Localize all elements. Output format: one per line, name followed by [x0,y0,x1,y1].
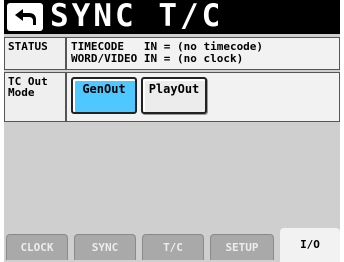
genout-button[interactable]: GenOut [71,77,137,114]
tab-bar: CLOCK SYNC T/C SETUP I/O [4,228,340,262]
page-title: SYNC T/C [50,0,224,34]
tab-io[interactable]: I/O [280,228,340,262]
title-bar: SYNC T/C [4,0,340,34]
status-label: STATUS [4,37,66,70]
word-video-status-line: WORD/VIDEO IN = (no clock) [71,52,244,65]
tc-out-mode-panel: GenOut PlayOut [66,72,340,122]
tab-setup[interactable]: SETUP [210,234,274,260]
tab-tc[interactable]: T/C [142,234,204,260]
empty-area [4,124,340,228]
device-screen: SYNC T/C STATUS TIMECODE IN = (no timeco… [4,0,340,262]
tc-out-mode-label-line2: Mode [8,86,35,99]
return-arrow-icon [15,9,36,25]
status-panel: TIMECODE IN = (no timecode) WORD/VIDEO I… [66,37,340,70]
tab-clock[interactable]: CLOCK [6,234,68,260]
tc-out-mode-label: TC Out Mode [4,72,66,122]
back-button[interactable] [7,3,43,31]
playout-button[interactable]: PlayOut [141,77,207,114]
tab-sync[interactable]: SYNC [74,234,136,260]
